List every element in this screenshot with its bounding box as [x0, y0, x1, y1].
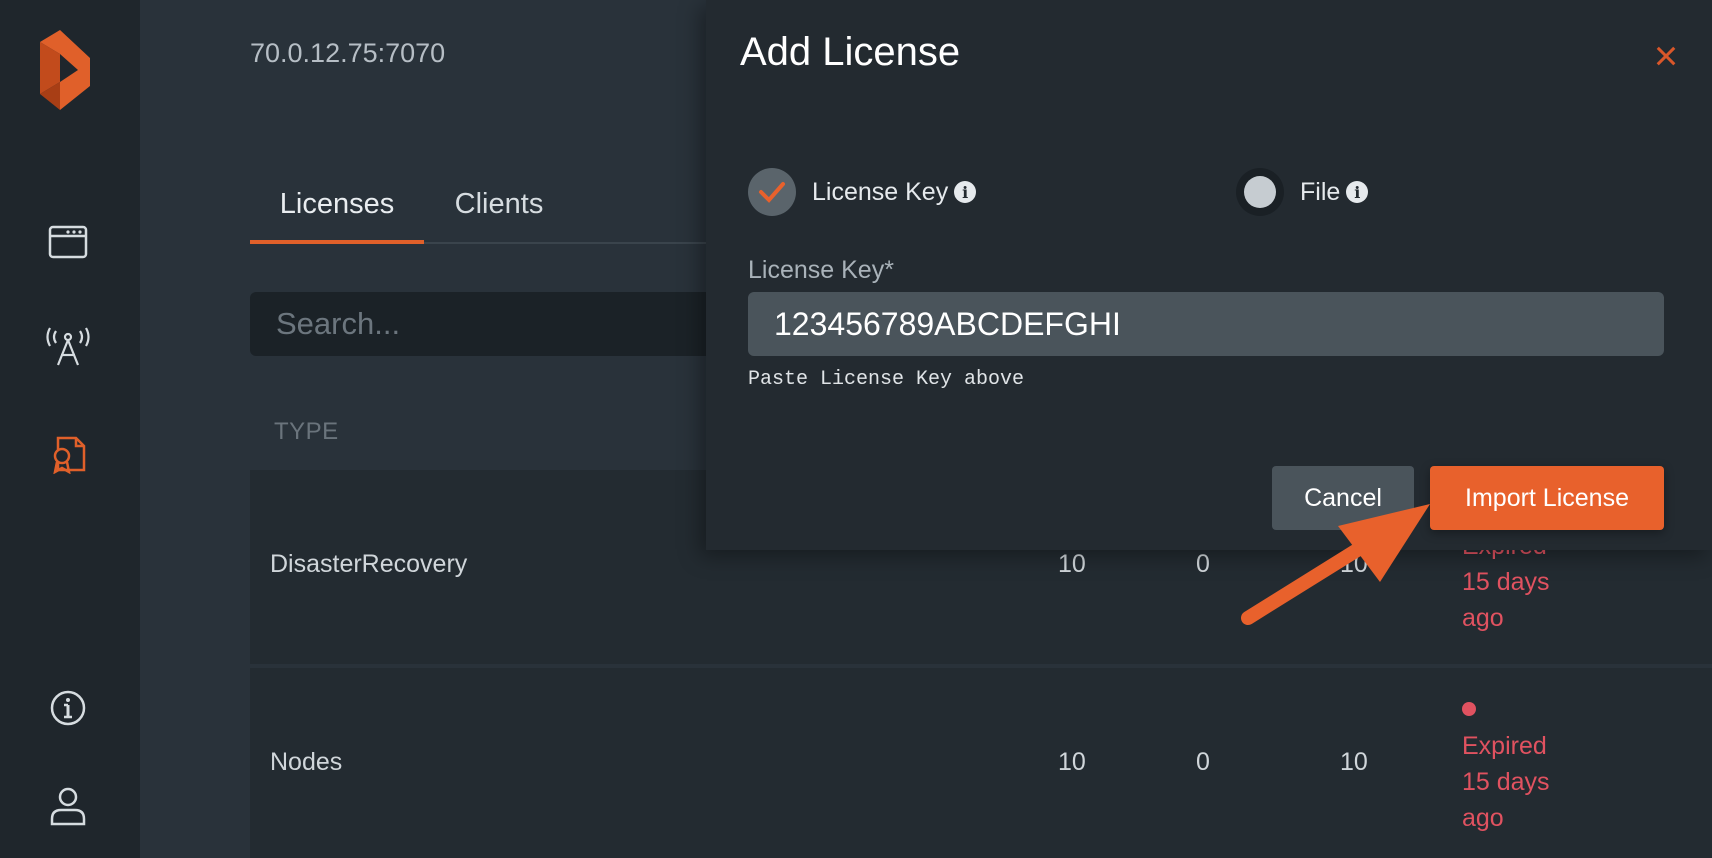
row-type: Nodes	[270, 748, 343, 776]
antenna-icon[interactable]	[46, 325, 90, 369]
app-logo[interactable]	[40, 30, 100, 126]
import-license-button[interactable]: Import License	[1430, 466, 1664, 530]
close-icon[interactable]: ×	[1646, 35, 1686, 77]
status-line: ago	[1462, 804, 1504, 832]
row-value-used: 0	[1196, 748, 1210, 776]
radio-license-key-label: License Key	[812, 177, 949, 206]
row-value-available: 10	[1340, 550, 1368, 578]
tab-clients[interactable]: Clients	[424, 178, 574, 244]
license-key-hint: Paste License Key above	[748, 368, 1025, 391]
checked-radio-icon[interactable]	[748, 168, 796, 216]
host-address: 70.0.12.75:7070	[250, 38, 446, 68]
cancel-button[interactable]: Cancel	[1272, 466, 1414, 530]
radio-file-label: File	[1300, 177, 1341, 206]
column-header-type: TYPE	[274, 418, 339, 445]
sidebar	[0, 0, 140, 858]
radio-license-key[interactable]: License Key i	[748, 168, 977, 216]
dialog-title: Add License	[740, 30, 961, 74]
dashboard-icon[interactable]	[46, 220, 90, 264]
radio-file[interactable]: File i	[1236, 168, 1369, 216]
row-value-used: 0	[1196, 550, 1210, 578]
status-text: Expired 15 days ago	[1462, 702, 1572, 836]
user-icon[interactable]	[46, 784, 90, 828]
license-key-input[interactable]	[748, 292, 1664, 356]
add-license-dialog: Add License × License Key i File i Licen…	[706, 0, 1712, 550]
license-key-label: License Key*	[748, 256, 894, 284]
tab-licenses[interactable]: Licenses	[250, 178, 424, 244]
row-value-total: 10	[1058, 748, 1086, 776]
status-dot	[1462, 702, 1476, 716]
license-icon[interactable]	[46, 432, 90, 476]
row-type: DisasterRecovery	[270, 550, 468, 578]
table-row[interactable]: Nodes 10 0 10 Expired 15 days ago	[250, 668, 1712, 858]
status-line: 15 days	[1462, 768, 1550, 796]
app-window: 70.0.12.75:7070 Licenses Clients TYPE Di…	[0, 0, 1712, 858]
row-value-available: 10	[1340, 748, 1368, 776]
unchecked-radio-icon[interactable]	[1236, 168, 1284, 216]
status-line: Expired	[1462, 732, 1547, 760]
info-icon[interactable]: i	[1346, 181, 1369, 203]
info-icon[interactable]	[46, 686, 90, 730]
status-line: 15 days	[1462, 568, 1550, 596]
status-line: ago	[1462, 604, 1504, 632]
row-value-total: 10	[1058, 550, 1086, 578]
info-icon[interactable]: i	[954, 181, 977, 203]
